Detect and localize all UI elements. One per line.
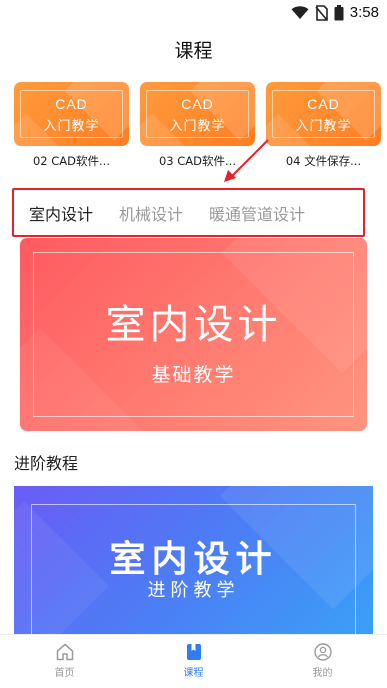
battery-icon <box>334 4 344 20</box>
nav-profile[interactable]: 我的 <box>258 635 387 688</box>
thumb-title: CAD <box>307 96 340 112</box>
nav-courses[interactable]: 课程 <box>129 635 258 688</box>
section-title-advanced: 进阶教程 <box>14 454 79 473</box>
course-thumbnail: CAD 入门教学 <box>14 82 129 146</box>
thumb-subtitle: 入门教学 <box>295 119 352 134</box>
tab-interior-design[interactable]: 室内设计 <box>29 201 93 225</box>
course-card[interactable]: CAD 入门教学 02 CAD软件... <box>14 82 129 169</box>
course-thumbnail: CAD 入门教学 <box>140 82 255 146</box>
category-tabs: 室内设计 机械设计 暖通管道设计 <box>12 188 365 237</box>
basic-course-banner[interactable]: 室内设计 基础教学 <box>20 238 367 431</box>
tab-hvac-piping-design[interactable]: 暖通管道设计 <box>209 201 305 225</box>
advanced-course-banner[interactable]: 室内设计 进阶教学 <box>14 486 373 636</box>
course-name: 03 CAD软件... <box>158 154 236 168</box>
course-thumbnail: CAD 入门教学 <box>266 82 381 146</box>
course-card[interactable]: CAD 入门教学 03 CAD软件... <box>140 82 255 169</box>
banner-title: 室内设计 <box>105 302 282 348</box>
nav-home-label: 首页 <box>54 668 75 679</box>
book-icon <box>186 644 201 660</box>
status-bar: 3:58 <box>0 0 387 28</box>
nav-home[interactable]: 首页 <box>0 635 129 688</box>
home-icon <box>56 643 73 661</box>
tab-mechanical-design[interactable]: 机械设计 <box>119 201 183 225</box>
thumb-title: CAD <box>181 96 214 112</box>
status-icons: 3:58 <box>291 4 379 21</box>
course-card[interactable]: CAD 入门教学 04 文件保存... <box>266 82 381 169</box>
wifi-icon <box>291 5 309 19</box>
profile-icon <box>313 643 332 661</box>
course-name: 02 CAD软件... <box>32 154 110 168</box>
thumb-subtitle: 入门教学 <box>169 119 226 134</box>
thumb-title: CAD <box>55 96 88 112</box>
advanced-banner-title: 室内设计 <box>109 539 278 580</box>
no-sim-icon <box>315 4 328 21</box>
thumb-subtitle: 入门教学 <box>43 119 100 134</box>
bottom-nav: 首页 课程 我的 <box>0 634 387 688</box>
page-title: 课程 <box>174 40 213 62</box>
nav-courses-label: 课程 <box>183 668 204 679</box>
status-time: 3:58 <box>349 4 379 21</box>
banner-subtitle: 基础教学 <box>151 364 236 386</box>
course-name: 04 文件保存... <box>285 154 362 168</box>
nav-profile-label: 我的 <box>312 668 333 679</box>
advanced-banner-subtitle: 进阶教学 <box>147 580 240 601</box>
course-strip: CAD 入门教学 02 CAD软件... CAD 入门教学 03 CAD软件..… <box>14 82 381 169</box>
